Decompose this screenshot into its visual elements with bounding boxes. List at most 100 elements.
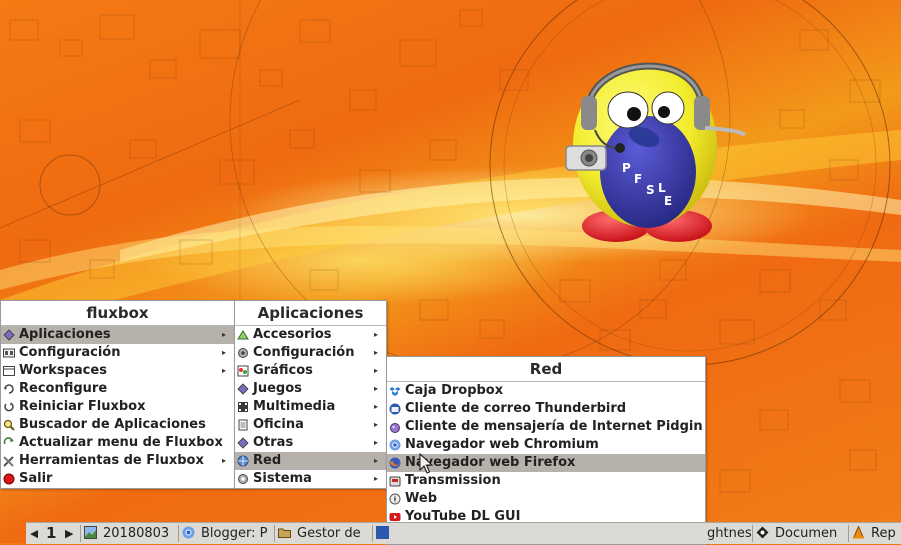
reconfigure-icon [4, 384, 14, 394]
menu-item-label: Gráficos [253, 363, 313, 378]
task-button-document[interactable]: Documen [756, 523, 848, 544]
document-icon [756, 526, 769, 539]
menu-item-label: Cliente de correo Thunderbird [405, 401, 627, 416]
menu-item-label: Salir [19, 471, 53, 486]
menu-item-label: Aplicaciones [19, 327, 111, 342]
tools-icon [3, 456, 14, 467]
separator [274, 525, 275, 542]
menu-item-aplicaciones[interactable]: Aplicaciones ▸ [1, 326, 234, 344]
task-label: Blogger: P [201, 526, 268, 541]
menu-item-web[interactable]: Web [387, 490, 705, 508]
submenu-arrow-icon: ▸ [221, 330, 226, 339]
chromium-icon [182, 526, 195, 539]
task-button-blogger[interactable]: Blogger: P [182, 523, 272, 544]
system-icon [238, 474, 248, 484]
task-button-image-viewer[interactable]: 20180803 [84, 523, 176, 544]
menu-item-accesorios[interactable]: Accesorios ▸ [235, 326, 386, 344]
multimedia-icon [238, 402, 248, 412]
menu-title: Red [387, 357, 705, 382]
submenu-arrow-icon: ▸ [373, 348, 378, 357]
menu-item-label: Web [405, 491, 437, 506]
task-button-vlc[interactable]: Rep [852, 523, 901, 544]
menu-item-reconfigure[interactable]: Reconfigure [1, 380, 234, 398]
accessories-icon [237, 330, 249, 340]
menu-item-firefox[interactable]: Navegador web Firefox [387, 454, 705, 472]
menu-item-salir[interactable]: Salir [1, 470, 234, 488]
settings-icon [3, 348, 15, 358]
chromium-icon [389, 439, 401, 451]
menu-item-red[interactable]: Red ▸ [235, 452, 386, 470]
office-icon [238, 419, 248, 431]
search-icon [3, 419, 15, 431]
menu-item-buscador-de-aplicaciones[interactable]: Buscador de Aplicaciones [1, 416, 234, 434]
submenu-arrow-icon: ▸ [373, 438, 378, 447]
menu-item-label: Buscador de Aplicaciones [19, 417, 206, 432]
separator [372, 525, 373, 542]
pidgin-icon [390, 423, 400, 433]
menu-item-label: Workspaces [19, 363, 107, 378]
fluxbox-root-menu: fluxbox Aplicaciones ▸ Configuración ▸ W… [0, 300, 235, 489]
menu-item-label: Otras [253, 435, 294, 450]
web-icon [389, 493, 401, 505]
menu-item-reiniciar-fluxbox[interactable]: Reiniciar Fluxbox [1, 398, 234, 416]
menu-item-label: Accesorios [253, 327, 332, 342]
submenu-arrow-icon: ▸ [373, 456, 378, 465]
menu-item-chromium[interactable]: Navegador web Chromium [387, 436, 705, 454]
menu-title: fluxbox [1, 301, 234, 326]
menu-item-pidgin[interactable]: Cliente de mensajería de Internet Pidgin [387, 418, 705, 436]
task-button-partial[interactable] [376, 523, 406, 544]
menu-item-label: Configuración [253, 345, 355, 360]
task-button-file-manager[interactable]: Gestor de [278, 523, 370, 544]
settings-icon [238, 348, 248, 358]
menu-item-label: Transmission [405, 473, 501, 488]
menu-item-configuracion[interactable]: Configuración ▸ [235, 344, 386, 362]
menu-item-label: Navegador web Chromium [405, 437, 599, 452]
menu-item-workspaces[interactable]: Workspaces ▸ [1, 362, 234, 380]
menu-item-oficina[interactable]: Oficina ▸ [235, 416, 386, 434]
image-icon [84, 526, 97, 539]
menu-item-label: Configuración [19, 345, 121, 360]
app-icon [376, 526, 389, 539]
task-button-brightness[interactable]: ghtnes [707, 523, 751, 544]
dropbox-icon [389, 387, 401, 396]
menu-item-label: Reconfigure [19, 381, 108, 396]
mascot-letter: P [622, 161, 631, 175]
menu-item-label: Sistema [253, 471, 312, 486]
separator [848, 525, 849, 542]
menu-item-herramientas-de-fluxbox[interactable]: Herramientas de Fluxbox ▸ [1, 452, 234, 470]
workspaces-icon [3, 366, 15, 376]
menu-item-label: Cliente de mensajería de Internet Pidgin [405, 419, 703, 434]
menu-item-multimedia[interactable]: Multimedia ▸ [235, 398, 386, 416]
submenu-arrow-icon: ▸ [373, 474, 378, 483]
menu-item-graficos[interactable]: Gráficos ▸ [235, 362, 386, 380]
submenu-arrow-icon: ▸ [373, 402, 378, 411]
menu-item-label: Juegos [253, 381, 302, 396]
menu-item-label: Red [253, 453, 282, 468]
mouse-cursor-icon [419, 453, 433, 474]
menu-item-configuracion[interactable]: Configuración ▸ [1, 344, 234, 362]
menu-item-actualizar-menu[interactable]: Actualizar menu de Fluxbox [1, 434, 234, 452]
menu-item-caja-dropbox[interactable]: Caja Dropbox [387, 382, 705, 400]
task-label: Gestor de [297, 526, 361, 541]
mascot-letter: E [664, 194, 672, 208]
vlc-icon [853, 526, 864, 539]
workspace-number: 1 [46, 524, 57, 542]
submenu-arrow-icon: ▸ [373, 366, 378, 375]
folder-icon [278, 528, 291, 538]
task-label: Documen [775, 526, 838, 541]
workspace-prev-button[interactable]: ◀ [30, 523, 38, 544]
aplicaciones-submenu: Aplicaciones Accesorios ▸ Configuración … [234, 300, 387, 489]
submenu-arrow-icon: ▸ [221, 456, 226, 465]
menu-item-transmission[interactable]: Transmission [387, 472, 705, 490]
mascot-letter: L [658, 181, 666, 195]
menu-item-juegos[interactable]: Juegos ▸ [235, 380, 386, 398]
menu-item-otras[interactable]: Otras ▸ [235, 434, 386, 452]
update-icon [3, 437, 14, 445]
workspace-next-button[interactable]: ▶ [65, 523, 73, 544]
menu-item-thunderbird[interactable]: Cliente de correo Thunderbird [387, 400, 705, 418]
task-label: Rep [871, 526, 896, 541]
submenu-arrow-icon: ▸ [373, 420, 378, 429]
other-icon [237, 437, 249, 449]
menu-item-label: Reiniciar Fluxbox [19, 399, 146, 414]
menu-item-sistema[interactable]: Sistema ▸ [235, 470, 386, 488]
